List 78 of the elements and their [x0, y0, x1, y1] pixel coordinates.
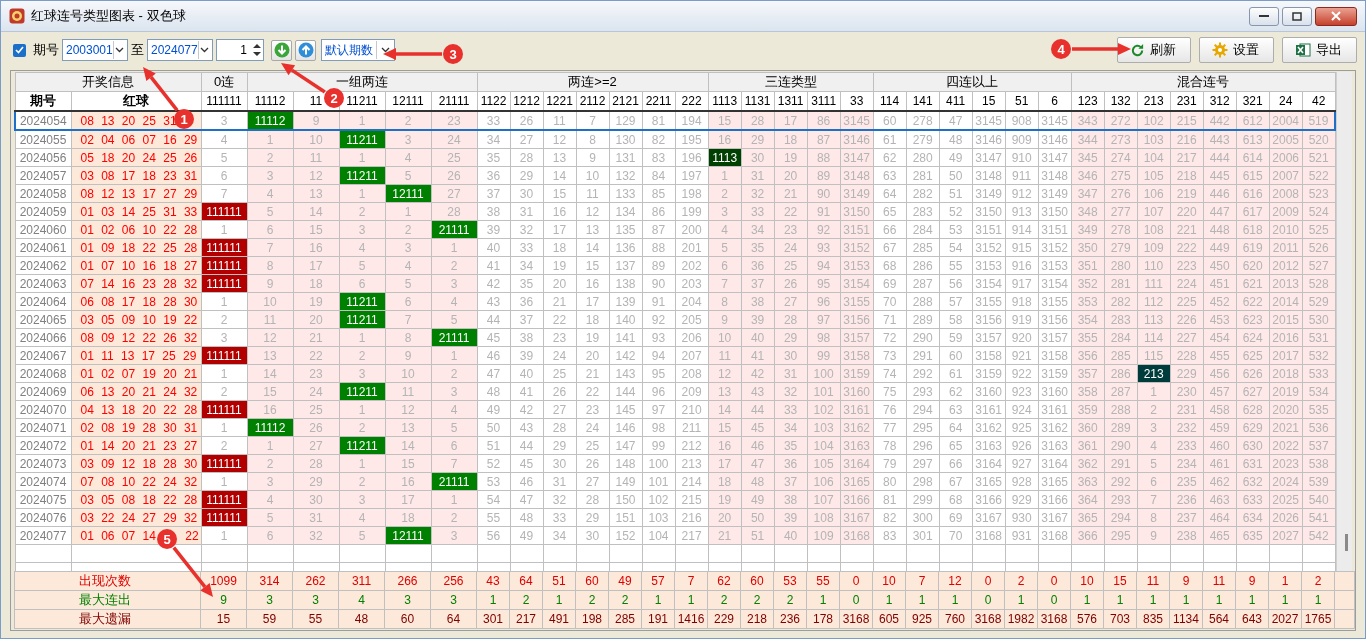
summary-cell: 2 — [1301, 571, 1335, 591]
summary-cell: 9 — [1169, 571, 1203, 591]
spinner-arrows-icon — [251, 41, 263, 59]
summary-cell: 256 — [430, 571, 477, 591]
scrollbar-track[interactable] — [1336, 72, 1352, 571]
scrollbar-thumb[interactable] — [1345, 534, 1349, 551]
window-title: 红球连号类型图表 - 双色球 — [31, 7, 186, 25]
export-button[interactable]: 导出 — [1282, 37, 1357, 63]
summary-cell: 11 — [1136, 571, 1170, 591]
chevron-down-icon — [380, 47, 390, 53]
summary-cell: 0 — [971, 571, 1005, 591]
checkbox-label: 期号 — [33, 41, 59, 59]
summary-cell: 51 — [542, 571, 576, 591]
summary-cell: 49 — [608, 571, 642, 591]
group-header: 0连 — [201, 72, 247, 92]
settings-button[interactable]: 设置 — [1199, 37, 1274, 63]
column-header: 期号 — [15, 91, 71, 111]
summary-cell: 15 — [1103, 571, 1137, 591]
previous-button[interactable] — [295, 39, 316, 61]
summary-cell: 7 — [905, 571, 939, 591]
chevron-down-icon — [115, 47, 125, 53]
summary-cell: 43 — [476, 571, 510, 591]
group-header: 三连类型 — [708, 72, 874, 92]
callout-badge: 1 — [174, 109, 194, 129]
summary-cell: 2 — [1004, 571, 1038, 591]
summary-cell: 60 — [575, 571, 609, 591]
summary-cell: 57 — [641, 571, 675, 591]
checkbox[interactable] — [13, 43, 26, 57]
group-header: 四连以上 — [873, 72, 1072, 92]
summary-cell: 311 — [338, 571, 385, 591]
summary-label: 出现次数 — [14, 571, 201, 591]
maximize-icon — [1292, 11, 1302, 21]
group-header: 混合连号 — [1071, 72, 1336, 92]
period-end-dropdown[interactable]: 2024077 — [147, 39, 213, 61]
period-start-dropdown[interactable]: 2003001 — [62, 39, 128, 61]
callout-badge: 2 — [324, 88, 344, 108]
summary-cell: 0 — [839, 571, 873, 591]
pointer-arrow — [281, 63, 326, 94]
app-icon — [9, 8, 25, 24]
summary-cell: 55 — [806, 571, 840, 591]
pointer-arrow — [1072, 43, 1131, 55]
minimize-button[interactable] — [1249, 6, 1279, 26]
summary-cell: 314 — [246, 571, 293, 591]
summary-cell: 12 — [938, 571, 972, 591]
pointer-arrow — [383, 48, 442, 60]
refresh-button[interactable]: 刷新 — [1117, 37, 1191, 63]
summary-cell: 0 — [1037, 571, 1071, 591]
summary-cell: 10 — [1070, 571, 1104, 591]
next-button[interactable] — [271, 39, 292, 61]
summary-cell: 7 — [674, 571, 708, 591]
summary-cell: 60 — [740, 571, 774, 591]
summary-cell: 10 — [872, 571, 906, 591]
pointer-arrow — [172, 546, 213, 597]
callout-badge: 3 — [443, 44, 463, 64]
summary-cell: 11 — [1202, 571, 1236, 591]
range-label: 至 — [131, 41, 144, 59]
group-header: 一组两连 — [247, 72, 478, 92]
summary-cell: 64 — [509, 571, 543, 591]
close-button[interactable] — [1315, 6, 1357, 26]
chevron-down-icon — [200, 47, 210, 53]
gear-icon — [1212, 42, 1228, 58]
step-spinner[interactable]: 1 — [216, 39, 264, 61]
close-icon — [1331, 11, 1341, 21]
summary-cell: 9 — [1235, 571, 1269, 591]
callout-badge: 5 — [157, 529, 177, 549]
summary-cell: 1 — [1268, 571, 1302, 591]
summary-cell: 53 — [773, 571, 807, 591]
maximize-button[interactable] — [1282, 6, 1312, 26]
summary-cell: 266 — [384, 571, 431, 591]
preset-dropdown[interactable]: 默认期数 — [321, 39, 395, 61]
callout-badge: 4 — [1051, 39, 1071, 59]
spreadsheet-icon — [1295, 42, 1311, 58]
summary-cell: 62 — [707, 571, 741, 591]
refresh-icon — [1130, 42, 1145, 58]
group-header: 两连>=2 — [477, 72, 709, 92]
group-header: 开奖信息 — [15, 72, 201, 92]
summary-cell: 262 — [292, 571, 339, 591]
minimize-icon — [1259, 14, 1269, 18]
